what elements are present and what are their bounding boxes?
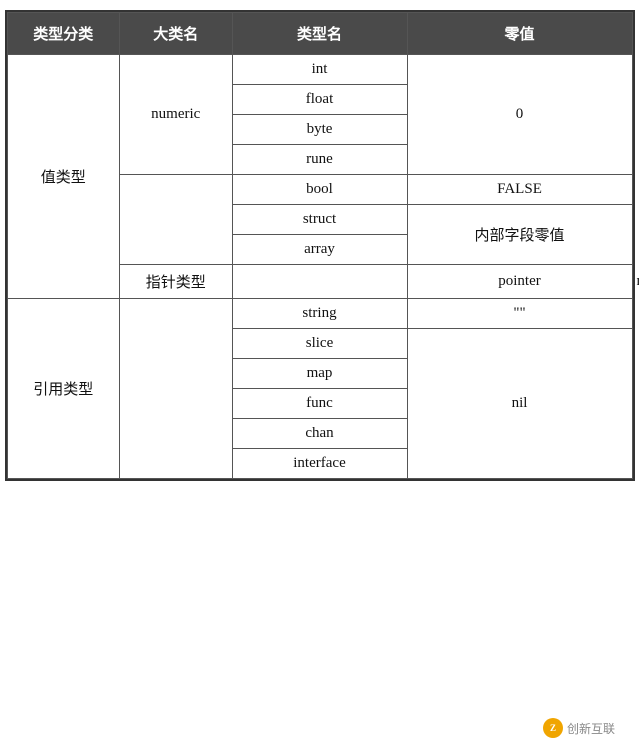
header-type: 类型名 xyxy=(232,13,407,55)
zero-cell: nil xyxy=(407,329,632,479)
category-cell: 引用类型 xyxy=(7,299,120,479)
zero-cell: 内部字段零值 xyxy=(407,205,632,265)
major-cell xyxy=(120,299,233,479)
header-category: 类型分类 xyxy=(7,13,120,55)
header-major: 大类名 xyxy=(120,13,233,55)
watermark-logo: Z xyxy=(543,718,563,738)
category-cell: 值类型 xyxy=(7,55,120,299)
table-row: 值类型numericint0 xyxy=(7,55,632,85)
type-cell: int xyxy=(232,55,407,85)
type-cell: pointer xyxy=(407,265,632,299)
header-zero: 零值 xyxy=(407,13,632,55)
main-table-wrapper: 类型分类 大类名 类型名 零值 值类型numericint0floatbyter… xyxy=(5,10,635,481)
type-cell: bool xyxy=(232,175,407,205)
watermark: Z创新互联 xyxy=(543,718,615,738)
type-cell: rune xyxy=(232,145,407,175)
type-cell: slice xyxy=(232,329,407,359)
type-cell: string xyxy=(232,299,407,329)
zero-cell: FALSE xyxy=(407,175,632,205)
zero-cell: 0 xyxy=(407,55,632,175)
type-cell: chan xyxy=(232,419,407,449)
type-table: 类型分类 大类名 类型名 零值 值类型numericint0floatbyter… xyxy=(7,12,633,479)
major-cell xyxy=(120,175,233,265)
type-cell: map xyxy=(232,359,407,389)
zero-cell: "" xyxy=(407,299,632,329)
category-cell: 指针类型 xyxy=(120,265,233,299)
type-cell: struct xyxy=(232,205,407,235)
type-cell: array xyxy=(232,235,407,265)
major-cell xyxy=(232,265,407,299)
type-cell: byte xyxy=(232,115,407,145)
type-cell: func xyxy=(232,389,407,419)
watermark-text: 创新互联 xyxy=(567,720,615,737)
table-row: 引用类型string"" xyxy=(7,299,632,329)
type-cell: float xyxy=(232,85,407,115)
type-cell: interface xyxy=(232,449,407,479)
header-row: 类型分类 大类名 类型名 零值 xyxy=(7,13,632,55)
major-cell: numeric xyxy=(120,55,233,175)
